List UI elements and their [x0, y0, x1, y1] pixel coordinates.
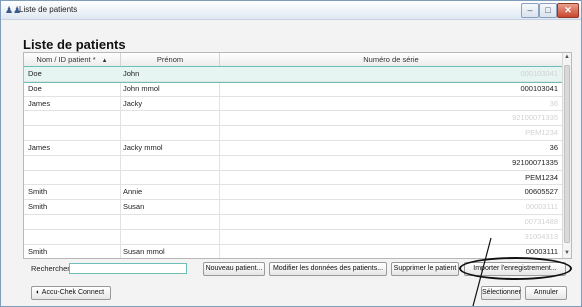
annotation-pointer-line [472, 237, 492, 306]
annotation-pointer-stroke [472, 237, 492, 306]
patient-list-window: ♟♟ Liste de patients – □ ✕ Liste de pati… [0, 0, 582, 307]
